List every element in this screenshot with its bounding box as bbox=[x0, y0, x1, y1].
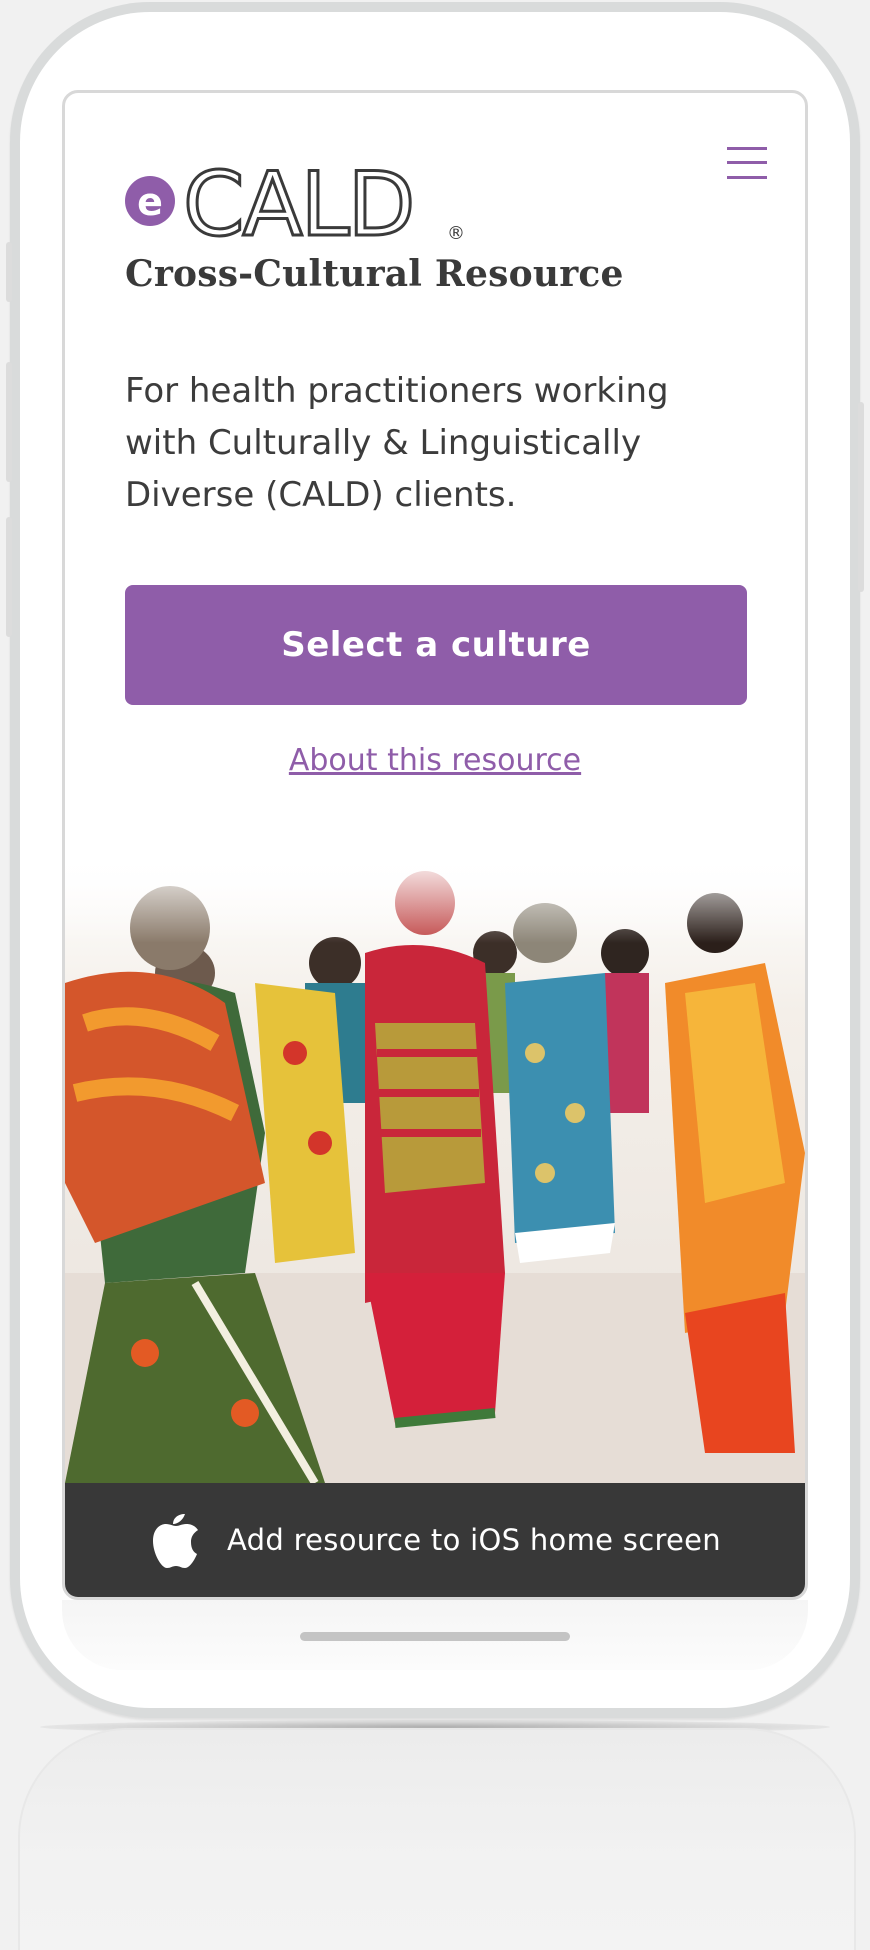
hero-photo bbox=[65, 853, 805, 1483]
about-resource-link[interactable]: About this resource bbox=[65, 743, 805, 778]
add-to-home-screen-label: Add resource to iOS home screen bbox=[227, 1523, 721, 1557]
apple-icon bbox=[153, 1514, 198, 1568]
app-subtitle: Cross-Cultural Resource bbox=[125, 253, 624, 295]
logo-wordmark: CALD bbox=[183, 163, 413, 243]
device-reflection bbox=[18, 1728, 856, 1950]
phone-side-button bbox=[6, 242, 12, 302]
select-culture-button[interactable]: Select a culture bbox=[125, 585, 747, 705]
phone-side-button bbox=[6, 362, 12, 482]
logo-registered-mark: ® bbox=[447, 223, 465, 243]
hamburger-menu-icon[interactable] bbox=[727, 145, 767, 181]
add-to-home-screen-banner[interactable]: Add resource to iOS home screen bbox=[65, 1483, 805, 1597]
ecald-logo: e CALD ® bbox=[125, 152, 465, 258]
phone-side-button bbox=[6, 517, 12, 637]
home-indicator[interactable] bbox=[300, 1632, 570, 1641]
logo-letter: e bbox=[137, 180, 163, 224]
app-description: For health practitioners working with Cu… bbox=[125, 371, 669, 515]
phone-side-button bbox=[858, 402, 864, 592]
app-screen: e CALD ® Cross-Cultural Resource For hea… bbox=[62, 90, 808, 1600]
